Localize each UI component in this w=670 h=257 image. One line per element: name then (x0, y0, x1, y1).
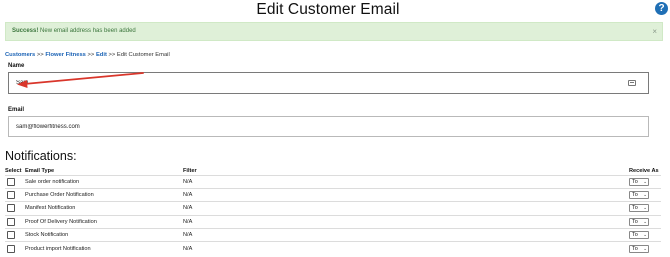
email-type-cell: Proof Of Delivery Notification (25, 214, 183, 229)
receive-as-value: To (632, 232, 638, 239)
receive-as-select[interactable]: To ⌄ (629, 231, 649, 240)
notifications-title: Notifications: (5, 149, 77, 163)
page-title: Edit Customer Email (256, 1, 400, 18)
table-row: Product import Notification N/A To ⌄ (5, 241, 661, 256)
receive-as-value: To (632, 192, 638, 199)
notifications-table: Select Email Type Filter Receive As Sale… (5, 168, 661, 256)
alert-strong: Success! (12, 28, 39, 34)
select-checkbox[interactable] (7, 191, 15, 200)
table-row: Manifest Notification N/A To ⌄ (5, 201, 661, 216)
name-label: Name (8, 63, 25, 69)
receive-as-select[interactable]: To ⌄ (629, 177, 649, 186)
receive-as-select[interactable]: To ⌄ (629, 191, 649, 200)
receive-as-value: To (632, 218, 638, 225)
receive-as-value: To (632, 178, 638, 185)
select-checkbox[interactable] (7, 217, 15, 226)
email-type-cell: Sale order notification (25, 174, 183, 189)
breadcrumb-separator: >> (36, 52, 44, 58)
alert-message: New email address has been added (40, 28, 136, 34)
table-header-row: Select Email Type Filter Receive As (5, 168, 661, 175)
email-type-cell: Purchase Order Notification (25, 187, 183, 202)
chevron-down-icon: ⌄ (643, 192, 647, 198)
breadcrumb-customer-name[interactable]: Flower Fitness (45, 52, 86, 58)
table-row: Sale order notification N/A To ⌄ (5, 174, 661, 189)
chevron-down-icon: ⌄ (643, 205, 647, 211)
select-checkbox[interactable] (7, 177, 15, 186)
breadcrumb: Customers >> Flower Fitness >> Edit >> E… (5, 52, 170, 58)
filter-cell: N/A (183, 174, 629, 189)
select-checkbox[interactable] (7, 244, 15, 253)
header-email-type: Email Type (25, 168, 55, 175)
receive-as-select[interactable]: To ⌄ (629, 244, 649, 253)
name-input[interactable] (8, 72, 649, 94)
receive-as-value: To (632, 205, 638, 212)
filter-cell: N/A (183, 187, 629, 202)
chevron-down-icon: ⌄ (643, 245, 647, 251)
table-row: Stock Notification N/A To ⌄ (5, 228, 661, 242)
receive-as-select[interactable]: To ⌄ (629, 217, 649, 226)
alert-text: Success! New email address has been adde… (12, 28, 136, 34)
select-checkbox[interactable] (7, 231, 15, 240)
table-row: Proof Of Delivery Notification N/A To ⌄ (5, 214, 661, 229)
email-label: Email (8, 107, 25, 113)
header-select: Select (5, 168, 22, 175)
filter-cell: N/A (183, 241, 629, 256)
receive-as-select[interactable]: To ⌄ (629, 204, 649, 213)
close-icon[interactable]: × (652, 27, 657, 36)
filter-cell: N/A (183, 201, 629, 216)
filter-cell: N/A (183, 214, 629, 229)
email-type-cell: Stock Notification (25, 228, 183, 242)
filter-cell: N/A (183, 228, 629, 242)
email-type-cell: Product import Notification (25, 241, 183, 256)
email-type-cell: Manifest Notification (25, 201, 183, 216)
table-row: Purchase Order Notification N/A To ⌄ (5, 187, 661, 202)
breadcrumb-customers[interactable]: Customers (5, 52, 35, 58)
chevron-down-icon: ⌄ (643, 178, 647, 184)
breadcrumb-separator: >> (87, 52, 95, 58)
chevron-down-icon: ⌄ (643, 218, 647, 224)
success-alert: Success! New email address has been adde… (5, 22, 663, 41)
chevron-down-icon: ⌄ (643, 232, 647, 238)
contact-card-icon[interactable] (628, 80, 636, 86)
header-receive-as: Receive As (629, 168, 659, 175)
breadcrumb-separator: >> (108, 52, 116, 58)
receive-as-value: To (632, 245, 638, 252)
breadcrumb-edit[interactable]: Edit (96, 52, 107, 58)
help-icon[interactable]: ? (655, 2, 668, 15)
email-input[interactable] (8, 116, 649, 137)
breadcrumb-current: Edit Customer Email (116, 52, 170, 58)
select-checkbox[interactable] (7, 204, 15, 213)
header-filter: Filter (183, 168, 197, 175)
